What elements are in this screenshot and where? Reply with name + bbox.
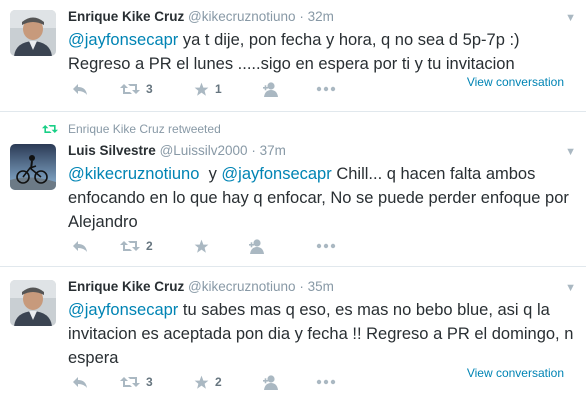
ellipsis-icon <box>316 243 336 249</box>
tweet-text-segment: Chill... q hacen falta ambos <box>331 165 536 183</box>
reply-icon <box>73 377 87 388</box>
tweet-header: Luis Silvestre @Luissilv2000 · 37m <box>68 143 286 158</box>
reply-button[interactable] <box>72 80 88 98</box>
star-icon <box>194 239 209 253</box>
tweet-text: @jayfonsecapr ya t dije, pon fecha y hor… <box>68 28 573 76</box>
add-user-icon <box>263 81 278 97</box>
tweet-text-line: enfocando en lo que hay q enfocar, No se… <box>68 186 573 210</box>
tweet-text-segment: enfocando en lo que hay q enfocar, No se… <box>68 189 569 207</box>
author-name[interactable]: Luis Silvestre <box>68 143 156 158</box>
more-options-caret-icon[interactable]: ▼ <box>565 146 576 158</box>
retweet-icon <box>120 84 140 94</box>
ellipsis-icon <box>316 379 336 385</box>
author-handle[interactable]: @kikecruznotiuno <box>188 279 296 294</box>
retweeted-by-label[interactable]: Enrique Kike Cruz retweeted <box>68 122 221 136</box>
tweet-text-line: @jayfonsecapr ya t dije, pon fecha y hor… <box>68 28 573 52</box>
retweet-button[interactable]: 3 <box>120 373 153 391</box>
tweet-text-segment: espera <box>68 349 119 367</box>
author-handle[interactable]: @kikecruznotiuno <box>188 9 296 24</box>
tweet-text-segment: invitacion es aceptada pon dia y fecha !… <box>68 325 574 343</box>
favorite-button[interactable] <box>194 237 209 255</box>
tweet-text-line: Alejandro <box>68 210 573 234</box>
add-user-icon <box>263 374 278 390</box>
tweet-text: @kikecruznotiuno y @jayfonsecapr Chill..… <box>68 162 573 234</box>
more-button[interactable] <box>316 373 336 391</box>
mention-link[interactable]: @kikecruznotiuno <box>68 165 199 183</box>
follow-user-button[interactable] <box>262 80 282 98</box>
favorite-count: 1 <box>215 82 222 96</box>
follow-user-button[interactable] <box>248 237 268 255</box>
mention-link[interactable]: @jayfonsecapr <box>68 301 178 319</box>
tweet-text: @jayfonsecapr tu sabes mas q eso, es mas… <box>68 298 573 370</box>
tweet-text-segment: Alejandro <box>68 213 138 231</box>
tweet-text-segment: Regreso a PR el lunes .....sigo en esper… <box>68 55 515 73</box>
follow-user-button[interactable] <box>262 373 282 391</box>
mention-link[interactable]: @jayfonsecapr <box>68 31 178 49</box>
retweet-icon <box>120 377 140 387</box>
tweet-text-line: @kikecruznotiuno y @jayfonsecapr Chill..… <box>68 162 573 186</box>
reply-icon <box>73 84 87 95</box>
view-conversation-link[interactable]: View conversation <box>467 75 564 89</box>
tweet-header: Enrique Kike Cruz @kikecruznotiuno · 35m <box>68 279 334 294</box>
more-button[interactable] <box>316 237 336 255</box>
ellipsis-icon <box>316 86 336 92</box>
favorite-button[interactable]: 1 <box>194 80 222 98</box>
tweet-2[interactable]: Enrique Kike Cruz retweeted Luis Silvest… <box>0 112 586 266</box>
avatar-enrique[interactable] <box>10 280 56 326</box>
more-options-caret-icon[interactable]: ▼ <box>565 12 576 24</box>
reply-icon <box>73 241 87 252</box>
tweet-timestamp[interactable]: · 37m <box>251 143 286 158</box>
more-options-caret-icon[interactable]: ▼ <box>565 282 576 294</box>
reply-button[interactable] <box>72 237 88 255</box>
tweet-actions: 2 <box>68 237 578 255</box>
retweet-icon <box>120 241 140 251</box>
mention-link[interactable]: @jayfonsecapr <box>221 165 331 183</box>
tweet-actions: 3 2 View conversation <box>68 366 578 391</box>
retweet-context: Enrique Kike Cruz retweeted <box>42 122 221 136</box>
avatar-luis[interactable] <box>10 144 56 190</box>
tweet-text-line: Regreso a PR el lunes .....sigo en esper… <box>68 52 573 76</box>
retweet-button[interactable]: 2 <box>120 237 153 255</box>
tweet-3[interactable]: Enrique Kike Cruz @kikecruznotiuno · 35m… <box>0 267 586 405</box>
favorite-button[interactable]: 2 <box>194 373 222 391</box>
author-name[interactable]: Enrique Kike Cruz <box>68 9 184 24</box>
star-icon <box>194 375 209 389</box>
retweet-count: 3 <box>146 82 153 96</box>
star-icon <box>194 82 209 96</box>
tweet-text-segment: tu sabes mas q eso, es mas no bebo blue,… <box>178 301 550 319</box>
tweet-text-line: invitacion es aceptada pon dia y fecha !… <box>68 322 573 346</box>
tweet-timestamp[interactable]: · 35m <box>299 279 334 294</box>
retweet-button[interactable]: 3 <box>120 80 153 98</box>
more-button[interactable] <box>316 80 336 98</box>
tweet-text-segment: y <box>199 165 222 183</box>
tweet-actions: 3 1 View conversation <box>68 75 578 98</box>
retweet-icon <box>42 125 58 133</box>
view-conversation-link[interactable]: View conversation <box>467 366 564 380</box>
retweet-count: 2 <box>146 239 153 253</box>
tweet-timestamp[interactable]: · 32m <box>299 9 334 24</box>
author-handle[interactable]: @Luissilv2000 <box>160 143 248 158</box>
author-name[interactable]: Enrique Kike Cruz <box>68 279 184 294</box>
tweet-1[interactable]: Enrique Kike Cruz @kikecruznotiuno · 32m… <box>0 0 586 111</box>
tweet-text-line: @jayfonsecapr tu sabes mas q eso, es mas… <box>68 298 573 322</box>
tweet-text-segment: ya t dije, pon fecha y hora, q no sea d … <box>178 31 520 49</box>
favorite-count: 2 <box>215 375 222 389</box>
retweet-count: 3 <box>146 375 153 389</box>
avatar-enrique[interactable] <box>10 10 56 56</box>
tweet-header: Enrique Kike Cruz @kikecruznotiuno · 32m <box>68 9 334 24</box>
add-user-icon <box>249 238 264 254</box>
reply-button[interactable] <box>72 373 88 391</box>
